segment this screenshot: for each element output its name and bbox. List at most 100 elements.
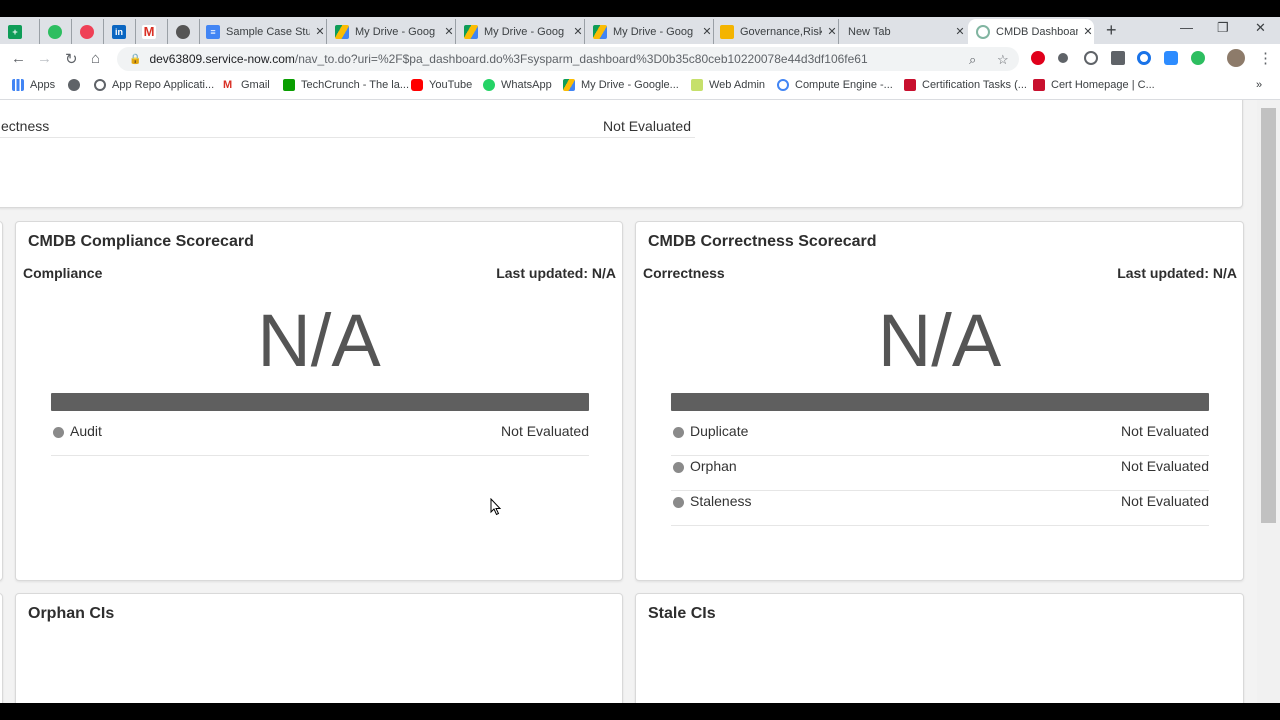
opera-icon[interactable]	[1031, 51, 1045, 65]
zoom-icon[interactable]: ⌕	[969, 52, 976, 68]
tab-github[interactable]	[168, 19, 200, 44]
bookmarks-overflow-icon[interactable]: »	[1256, 79, 1262, 91]
globe-icon	[68, 79, 80, 91]
zoom-app-icon[interactable]	[1164, 51, 1178, 65]
close-icon[interactable]: ✕	[826, 25, 838, 38]
bullet-icon	[673, 462, 684, 473]
score-value: N/A	[257, 299, 381, 382]
metric-value: Not Evaluated	[501, 423, 589, 439]
metric-row-staleness[interactable]: Staleness Not Evaluated	[671, 491, 1209, 526]
evernote-icon[interactable]	[1191, 51, 1205, 65]
card-title: Orphan CIs	[28, 605, 115, 622]
evernote-icon	[48, 24, 62, 39]
top-card: ectness Not Evaluated	[0, 100, 1243, 208]
back-icon[interactable]: ←	[11, 50, 26, 67]
last-updated: Last updated: N/A	[1117, 265, 1237, 281]
servicenow-icon	[976, 24, 990, 39]
address-bar[interactable]: 🔒 dev63809.service-now.com/nav_to.do?uri…	[117, 47, 1019, 71]
close-icon[interactable]: ✕	[1082, 25, 1094, 38]
score-bar	[671, 393, 1209, 411]
reload-icon[interactable]: ↻	[65, 50, 78, 68]
bookmark-whatsapp[interactable]: WhatsApp	[483, 79, 552, 91]
close-icon[interactable]: ✕	[443, 25, 455, 38]
dashboard-page: ectness Not Evaluated CMDB Compliance Sc…	[0, 100, 1257, 703]
lock-icon: 🔒	[129, 53, 142, 65]
cert-icon	[1033, 79, 1045, 91]
bookmark-youtube[interactable]: YouTube	[411, 79, 472, 91]
last-updated: Last updated: N/A	[496, 265, 616, 281]
bookmark-cert-homepage[interactable]: Cert Homepage | C...	[1033, 79, 1155, 91]
close-window-icon[interactable]: ✕	[1255, 20, 1266, 36]
bookmark-gmail[interactable]: M Gmail	[223, 79, 270, 91]
close-icon[interactable]: ✕	[954, 25, 966, 38]
metric-row-orphan[interactable]: Orphan Not Evaluated	[671, 456, 1209, 491]
correctness-scorecard: CMDB Correctness Scorecard Correctness L…	[635, 221, 1244, 581]
bookmark-label: Compute Engine -...	[795, 79, 893, 91]
tab-sample-case[interactable]: ≡ Sample Case Stu ✕	[200, 19, 327, 44]
url-path: /nav_to.do?uri=%2F$pa_dashboard.do%3Fsys…	[294, 52, 868, 66]
metric-row-audit[interactable]: Audit Not Evaluated	[51, 421, 589, 456]
tab-evernote[interactable]	[40, 19, 72, 44]
scorecard-subtitle: Correctness	[643, 265, 725, 281]
bullet-icon	[53, 427, 64, 438]
drive-icon	[464, 24, 478, 39]
bookmark-star-icon[interactable]: ☆	[997, 52, 1009, 68]
card-title: Stale CIs	[648, 605, 716, 622]
new-tab-icon[interactable]: +	[1106, 20, 1117, 41]
browser-chrome: + in M ≡ Sample Case Stu ✕ My Drive - Go…	[0, 17, 1280, 100]
slides-icon	[720, 24, 734, 39]
pocket-icon	[80, 24, 94, 39]
extension-icon[interactable]	[1058, 53, 1068, 63]
tab-strip: + in M ≡ Sample Case Stu ✕ My Drive - Go…	[0, 17, 1280, 44]
minimize-icon[interactable]: —	[1180, 20, 1193, 35]
tab-gmail[interactable]: M	[136, 19, 168, 44]
tab-sheets[interactable]: +	[8, 19, 40, 44]
web-admin-icon	[691, 79, 703, 91]
url-host: dev63809.service-now.com	[149, 52, 295, 66]
forward-icon[interactable]: →	[37, 50, 52, 67]
page-scrollbar[interactable]	[1257, 100, 1280, 703]
bookmark-label: Web Admin	[709, 79, 766, 91]
bookmark-app-repo[interactable]: App Repo Applicati...	[94, 79, 214, 91]
bottom-black-bar	[0, 703, 1280, 720]
score-bar	[51, 393, 589, 411]
tab-drive-2[interactable]: My Drive - Goog ✕	[458, 19, 585, 44]
bookmark-web-admin[interactable]: Web Admin	[691, 79, 765, 91]
tab-title: My Drive - Goog	[484, 25, 565, 38]
menu-icon[interactable]: ⋮	[1258, 49, 1273, 67]
tab-linkedin[interactable]: in	[104, 19, 136, 44]
close-icon[interactable]: ✕	[701, 25, 713, 38]
bookmark-techcrunch[interactable]: TechCrunch - The la...	[283, 79, 409, 91]
bookmark-globe[interactable]	[68, 79, 86, 91]
scorecard-subtitle: Compliance	[23, 265, 103, 281]
metrics-list: Duplicate Not Evaluated Orphan Not Evalu…	[671, 421, 1209, 526]
extension-icon[interactable]	[1137, 51, 1151, 65]
close-icon[interactable]: ✕	[572, 25, 584, 38]
metric-name: Staleness	[690, 493, 752, 509]
bookmark-my-drive[interactable]: My Drive - Google...	[563, 79, 679, 91]
tab-pocket[interactable]	[72, 19, 104, 44]
home-icon[interactable]: ⌂	[91, 50, 100, 67]
extension-icon[interactable]	[1111, 51, 1125, 65]
tab-cmdb-dashboard[interactable]: CMDB Dashboar ✕	[968, 19, 1094, 44]
scrollbar-thumb[interactable]	[1261, 108, 1276, 523]
maximize-icon[interactable]: ❐	[1217, 20, 1229, 36]
metric-row-duplicate[interactable]: Duplicate Not Evaluated	[671, 421, 1209, 456]
docs-icon: ≡	[206, 24, 220, 39]
metric-name: Duplicate	[690, 423, 749, 439]
extension-icon[interactable]	[1084, 51, 1098, 65]
bookmark-compute-engine[interactable]: Compute Engine -...	[777, 79, 893, 91]
close-icon[interactable]: ✕	[314, 25, 326, 38]
sheets-icon: +	[8, 24, 22, 39]
bookmark-cert-tasks[interactable]: Certification Tasks (...	[904, 79, 1027, 91]
tab-drive-3[interactable]: My Drive - Goog ✕	[587, 19, 714, 44]
tab-new-tab[interactable]: New Tab ✕	[841, 19, 966, 44]
compliance-scorecard: CMDB Compliance Scorecard Compliance Las…	[15, 221, 623, 581]
left-edge-card	[0, 221, 3, 581]
avatar[interactable]	[1227, 49, 1245, 67]
tab-title: Sample Case Stu	[226, 25, 310, 38]
bookmark-label: Certification Tasks (...	[922, 79, 1027, 91]
tab-governance[interactable]: Governance,Risk ✕	[716, 19, 839, 44]
bookmark-apps[interactable]: Apps	[12, 79, 55, 91]
tab-drive-1[interactable]: My Drive - Goog ✕	[329, 19, 456, 44]
